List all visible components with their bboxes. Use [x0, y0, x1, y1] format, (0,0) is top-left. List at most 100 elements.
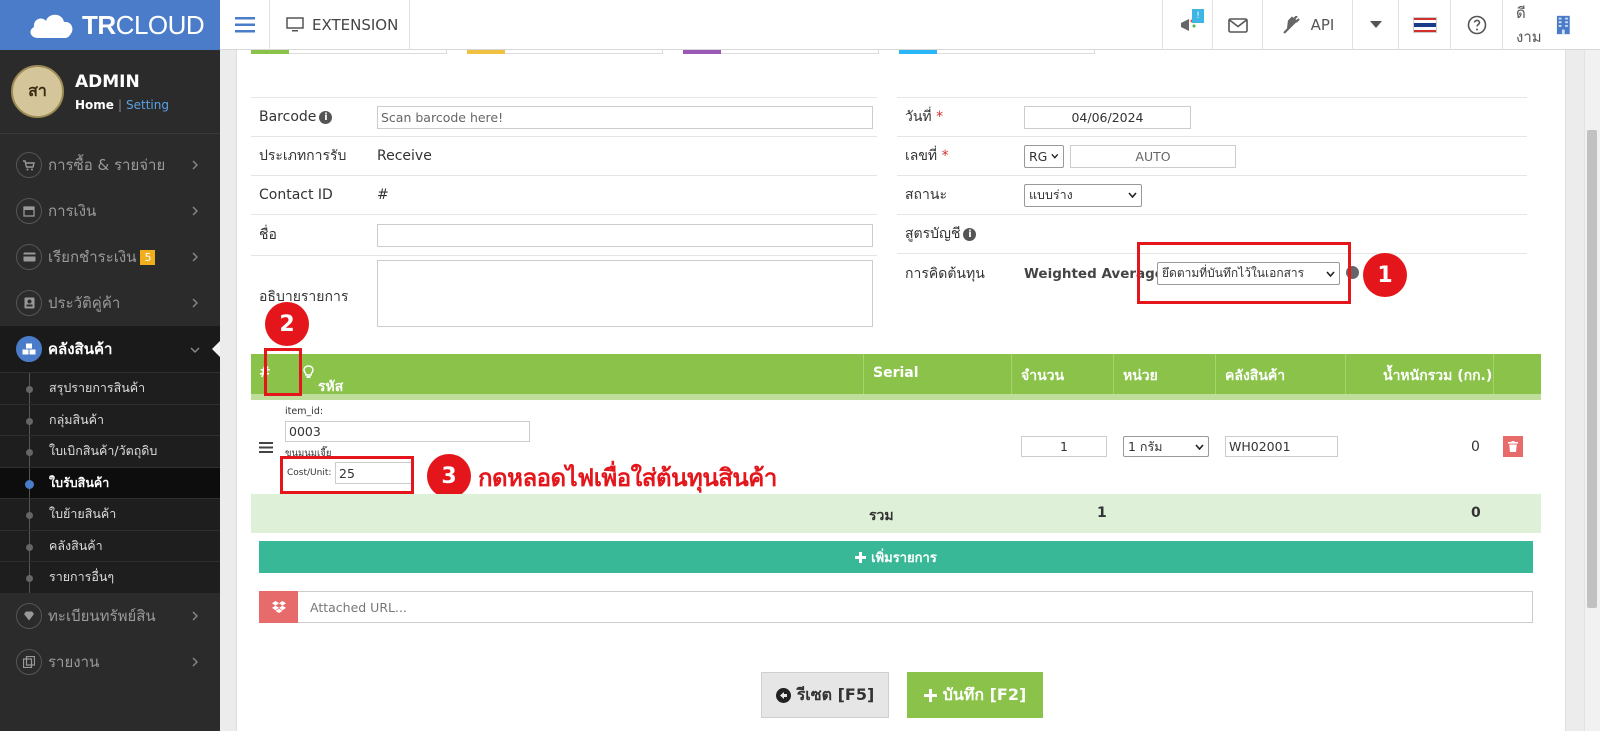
building-icon [1557, 15, 1571, 35]
help-icon [1467, 15, 1486, 35]
plug-icon [1282, 16, 1300, 34]
summary-card[interactable] [467, 50, 663, 54]
notification-button[interactable]: ! [1162, 0, 1212, 50]
sidebar-item-label: ทะเบียนทรัพย์สิน [48, 606, 156, 625]
plus-icon [855, 551, 867, 563]
subnav-item-warehouses[interactable]: คลังสินค้า [0, 529, 220, 561]
total-quantity: 1 [1097, 505, 1107, 521]
warehouse-input[interactable]: WH02001 [1225, 436, 1338, 457]
total-label: รวม [869, 508, 894, 524]
item-id-input[interactable]: 0003 [285, 421, 530, 442]
circle-arrow-left-icon [775, 687, 791, 703]
doc-prefix-select[interactable]: RG [1024, 144, 1064, 168]
subnav-item-transfer[interactable]: ใบย้ายสินค้า [0, 498, 220, 530]
reset-button[interactable]: รีเซต [F5] [761, 672, 889, 718]
subnav-item-goods-receipt[interactable]: ใบรับสินค้า [0, 466, 220, 498]
dropbox-button[interactable] [259, 591, 298, 623]
col-quantity: จำนวน [1021, 368, 1065, 384]
mail-button[interactable] [1212, 0, 1262, 50]
subnav-label: ใบรับสินค้า [49, 474, 110, 490]
doc-number-label: เลขที่ * [905, 148, 949, 164]
summary-card[interactable] [251, 50, 447, 54]
language-button[interactable] [1398, 0, 1450, 50]
receive-type-label: ประเภทการรับ [259, 148, 347, 164]
unit-select[interactable]: 1 กรัม [1123, 436, 1209, 457]
item-id-label: item_id: [285, 406, 324, 417]
chevron-right-icon [192, 298, 198, 308]
setting-link[interactable]: Setting [126, 98, 169, 112]
home-link[interactable]: Home [75, 98, 114, 112]
attached-url-field[interactable]: Attached URL... [259, 591, 1533, 623]
profile-separator: | [117, 97, 122, 112]
company-button[interactable]: ดีงาม [1502, 0, 1584, 50]
sidebar-item-contacts[interactable]: ประวัติคู่ค้า [0, 280, 220, 326]
annotation-box-3 [280, 456, 414, 494]
info-icon[interactable]: i [963, 227, 977, 241]
summary-card[interactable] [683, 50, 879, 54]
extension-button[interactable]: EXTENSION [270, 0, 410, 50]
summary-card[interactable] [899, 50, 1095, 54]
notification-badge: ! [1192, 9, 1204, 23]
name-label: ชื่อ [259, 227, 277, 243]
avatar[interactable]: สา [11, 65, 64, 118]
dropbox-icon [271, 601, 286, 613]
menu-toggle-button[interactable] [220, 0, 270, 50]
name-input[interactable] [377, 223, 873, 247]
api-button[interactable]: API [1262, 0, 1352, 50]
contact-value[interactable]: # [377, 187, 389, 203]
company-label: ดีงาม [1516, 4, 1542, 46]
page-scrollbar[interactable] [1584, 50, 1600, 731]
date-input[interactable]: 04/06/2024 [1024, 105, 1191, 129]
total-row: รวม 1 0 [251, 494, 1541, 533]
subnav-item-product-groups[interactable]: กลุ่มสินค้า [0, 403, 220, 435]
barcode-input[interactable]: Scan barcode here! [377, 105, 873, 129]
sidebar-item-purchases[interactable]: การซื้อ & รายจ่าย [0, 142, 220, 188]
drag-handle-icon[interactable] [259, 442, 273, 453]
save-label: บันทึก [F2] [942, 684, 1027, 704]
contact-row: Contact ID # [251, 175, 877, 214]
sidebar-item-assets[interactable]: ทะเบียนทรัพย์สิน [0, 593, 220, 639]
lightbulb-icon[interactable] [303, 365, 314, 379]
date-label: วันที่ * [905, 109, 944, 125]
description-textarea[interactable] [377, 260, 873, 327]
doc-number-input[interactable]: AUTO [1070, 144, 1236, 168]
trash-icon [1508, 441, 1518, 452]
sidebar-item-finance[interactable]: การเงิน [0, 188, 220, 234]
sidebar-item-billing[interactable]: เรียกชำระเงิน 5 [0, 234, 220, 280]
subnav-item-product-summary[interactable]: สรุปรายการสินค้า [0, 372, 220, 404]
quantity-input[interactable]: 1 [1021, 436, 1107, 457]
sidebar-item-label: การซื้อ & รายจ่าย [48, 156, 166, 174]
chevron-down-icon [190, 347, 200, 353]
sidebar-item-inventory[interactable]: คลังสินค้า [0, 326, 220, 372]
reset-label: รีเซต [F5] [796, 684, 875, 704]
diamond-icon [16, 602, 42, 629]
subnav-item-requisition[interactable]: ใบเบิกสินค้า/วัตถุดิบ [0, 435, 220, 467]
subnav-item-others[interactable]: รายการอื่นๆ [0, 561, 220, 593]
summary-cards [251, 50, 1115, 54]
costing-label: การคิดต้นทุน [905, 265, 985, 282]
info-icon[interactable]: i [319, 110, 333, 124]
chevron-right-icon [192, 611, 198, 620]
app-logo[interactable]: TRCLOUD [0, 0, 220, 50]
plus-icon [923, 688, 937, 702]
sidebar-item-reports[interactable]: รายงาน [0, 639, 220, 685]
help-button[interactable] [1450, 0, 1502, 50]
top-bar: TRCLOUD EXTENSION ! API ดีงาม [0, 0, 1600, 50]
name-row: ชื่อ [251, 214, 877, 255]
attached-url-placeholder: Attached URL... [310, 599, 407, 615]
add-item-button[interactable]: เพิ่มรายการ [259, 541, 1533, 573]
status-label: สถานะ [905, 187, 947, 203]
sidebar-item-label: เรียกชำระเงิน [48, 248, 137, 266]
scrollbar-thumb[interactable] [1587, 130, 1597, 608]
dropdown-button[interactable] [1352, 0, 1398, 50]
extension-label: EXTENSION [312, 16, 399, 34]
account-formula-label: สูตรบัญชี i [905, 223, 977, 245]
annotation-marker-1: 1 [1363, 253, 1407, 297]
subnav-label: กลุ่มสินค้า [49, 411, 105, 427]
cloud-icon [30, 14, 73, 38]
save-button[interactable]: บันทึก [F2] [907, 672, 1043, 718]
delete-row-button[interactable] [1503, 436, 1523, 457]
card-icon [16, 244, 42, 270]
status-select[interactable]: แบบร่าง [1024, 183, 1142, 207]
main-content: Barcode i Scan barcode here! ประเภทการรับ… [236, 50, 1566, 731]
